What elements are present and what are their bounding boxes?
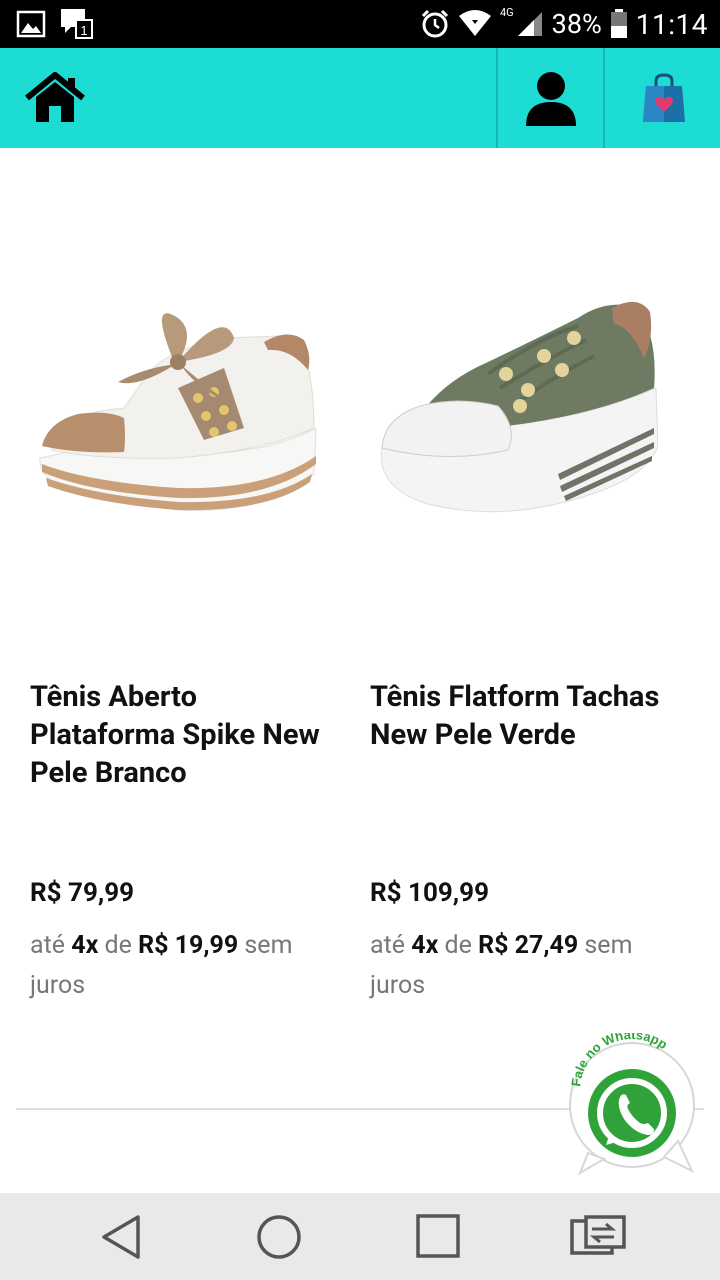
shopping-bag-icon	[643, 73, 685, 122]
appbar-divider	[603, 48, 605, 148]
app-bar	[0, 48, 720, 148]
installment-value: R$ 19,99	[138, 931, 239, 960]
chat-notification-icon: 1	[61, 9, 93, 39]
product-card[interactable]: Tênis Aberto Plataforma Spike New Pele B…	[0, 148, 340, 1028]
installment-info: até 4x de R$ 27,49 sem juros	[370, 926, 670, 1006]
battery-icon	[610, 9, 627, 38]
account-button[interactable]	[522, 70, 580, 126]
installment-count: 4x	[71, 931, 99, 960]
wifi-icon	[458, 10, 491, 36]
cart-button[interactable]	[640, 72, 688, 124]
product-price: R$ 109,99	[370, 878, 490, 908]
installment-prefix: até	[370, 931, 406, 960]
clock: 11:14	[635, 7, 708, 41]
network-type: 4G	[499, 5, 514, 19]
product-name[interactable]: Tênis Aberto Plataforma Spike New Pele B…	[30, 678, 330, 792]
installment-count: 4x	[411, 931, 439, 960]
switch-app-icon[interactable]	[568, 1213, 628, 1261]
installment-of: de	[444, 931, 472, 960]
installment-value: R$ 27,49	[478, 931, 579, 960]
back-icon[interactable]	[98, 1213, 148, 1261]
alarm-icon	[421, 9, 449, 38]
installment-info: até 4x de R$ 19,99 sem juros	[30, 926, 330, 1006]
product-image-green-flatform-sneaker[interactable]	[368, 278, 658, 528]
navigation-bar	[0, 1193, 720, 1280]
product-image-white-platform-sandal[interactable]	[28, 278, 318, 528]
home-circle-icon[interactable]	[254, 1213, 304, 1261]
home-button[interactable]	[24, 72, 86, 124]
product-name[interactable]: Tênis Flatform Tachas New Pele Verde	[370, 678, 670, 754]
whatsapp-button[interactable]: Fale no Whatsapp	[566, 1027, 698, 1176]
product-card[interactable]: Tênis Flatform Tachas New Pele Verde R$ …	[340, 148, 680, 1028]
svg-text:1: 1	[80, 23, 87, 38]
installment-prefix: até	[30, 931, 66, 960]
home-icon	[25, 72, 85, 122]
battery-percent: 38%	[551, 8, 602, 40]
signal-icon	[517, 12, 542, 36]
status-bar: 1 4G 38% 11:14	[0, 0, 720, 48]
installment-of: de	[104, 931, 132, 960]
gallery-icon	[16, 10, 46, 38]
recents-icon[interactable]	[413, 1213, 463, 1261]
product-price: R$ 79,99	[30, 878, 135, 908]
user-icon	[526, 72, 576, 126]
appbar-divider	[496, 48, 498, 148]
whatsapp-icon: Fale no Whatsapp	[568, 1027, 695, 1176]
